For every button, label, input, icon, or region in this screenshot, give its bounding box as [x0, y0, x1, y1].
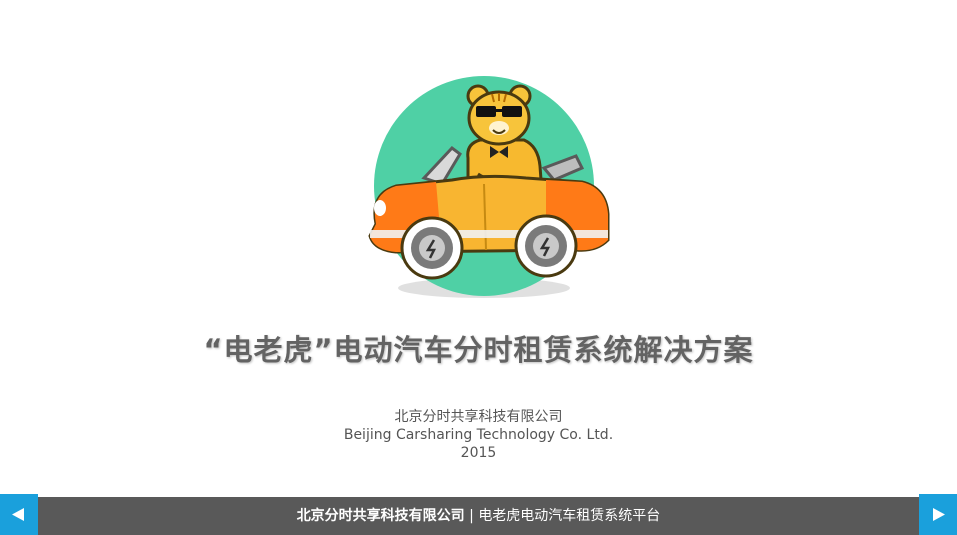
year-label: 2015 [460, 445, 497, 461]
slide-title: “电老虎”电动汽车分时租赁系统解决方案 [203, 333, 754, 367]
footer-text: 北京分时共享科技有限公司 | 电老虎电动汽车租赁系统平台 [0, 497, 957, 535]
next-slide-button[interactable] [919, 494, 957, 535]
footer-separator: | [464, 508, 479, 524]
previous-slide-button[interactable] [0, 494, 38, 535]
triangle-left-icon [12, 508, 24, 521]
front-wheel [400, 216, 464, 280]
tiger-car-logo [356, 74, 626, 304]
rear-wheel [514, 214, 578, 278]
slide: “电老虎”电动汽车分时租赁系统解决方案 北京分时共享科技有限公司 Beijing… [0, 0, 957, 535]
company-name-en: Beijing Carsharing Technology Co. Ltd. [343, 427, 614, 443]
company-name-cn: 北京分时共享科技有限公司 [394, 409, 563, 425]
company-info: 北京分时共享科技有限公司 Beijing Carsharing Technolo… [0, 408, 957, 462]
footer-bar: 北京分时共享科技有限公司 | 电老虎电动汽车租赁系统平台 [0, 497, 957, 535]
footer-company: 北京分时共享科技有限公司 [296, 508, 465, 524]
footer-platform: 电老虎电动汽车租赁系统平台 [478, 508, 661, 524]
triangle-right-icon [933, 508, 945, 521]
